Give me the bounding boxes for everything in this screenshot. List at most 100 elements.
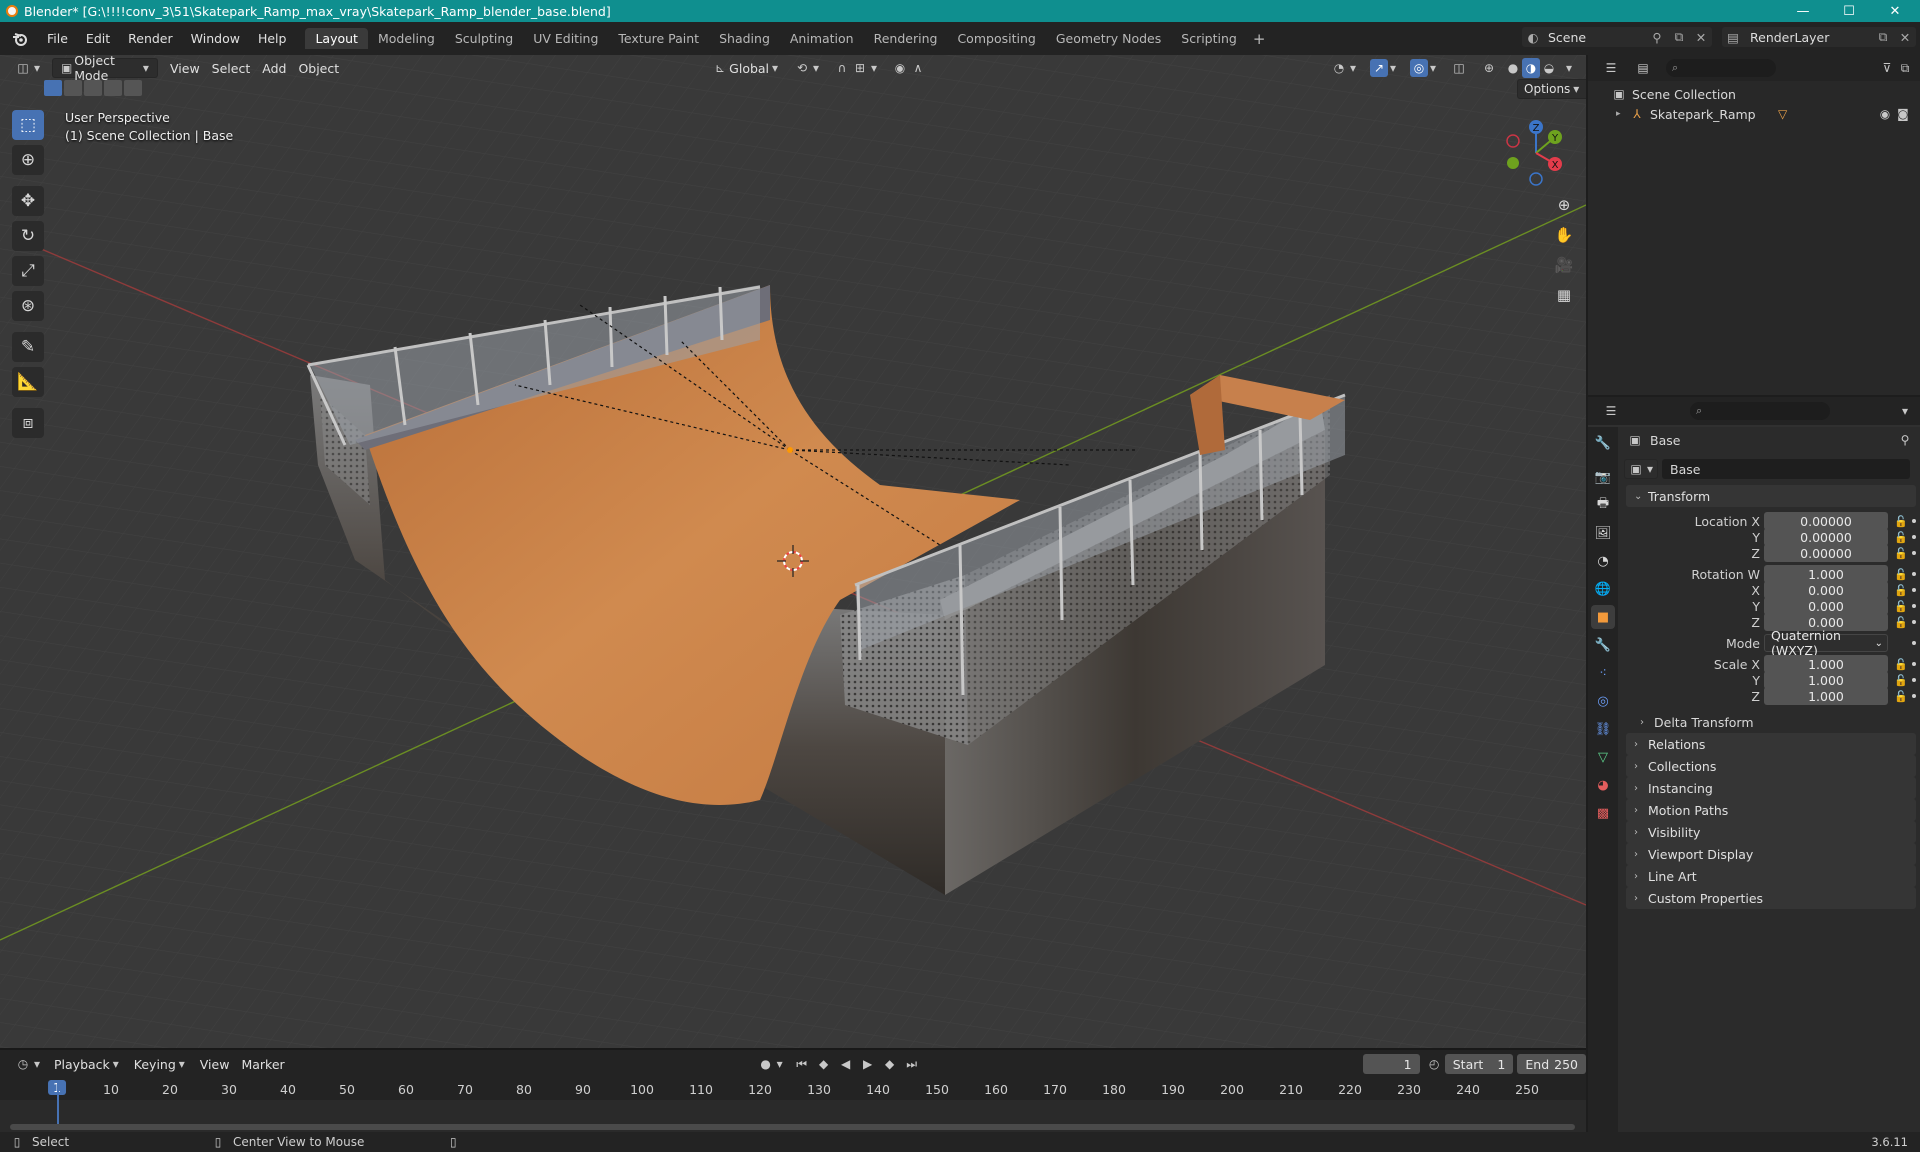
close-button[interactable]: ✕ — [1872, 0, 1918, 22]
constraints-tab-icon[interactable]: ⛓ — [1591, 717, 1615, 741]
menu-window[interactable]: Window — [182, 31, 249, 46]
datablock-browse-button[interactable]: ▣ ▾ — [1624, 459, 1658, 479]
chevron-down-icon[interactable]: ▾ — [1896, 402, 1914, 420]
transform-orientation-dropdown[interactable]: ⊾ Global ▾ — [705, 58, 787, 78]
tab-sculpting[interactable]: Sculpting — [445, 28, 523, 49]
menu-select[interactable]: Select — [206, 58, 257, 78]
menu-add[interactable]: Add — [256, 58, 292, 78]
lock-icon[interactable]: 🔓 — [1894, 515, 1908, 528]
zoom-icon[interactable]: ⊕ — [1550, 191, 1578, 219]
snap-button[interactable]: ∩ ⊞ ▾ — [827, 58, 885, 78]
object-mode-dropdown[interactable]: ▣ Object Mode ▾ — [52, 55, 158, 83]
tab-animation[interactable]: Animation — [780, 28, 864, 49]
pin-icon[interactable]: ⚲ — [1646, 27, 1668, 47]
end-frame-field[interactable]: End 250 — [1517, 1054, 1586, 1074]
tree-row-scene-collection[interactable]: ▣ Scene Collection — [1588, 84, 1920, 104]
visibility-eye-icon[interactable]: ◉ — [1876, 105, 1894, 123]
timeline-editor-type[interactable]: ◷ ▾ — [8, 1054, 48, 1074]
keyframe-dot[interactable] — [1912, 519, 1916, 523]
lock-icon[interactable]: 🔓 — [1894, 531, 1908, 544]
view-layer-tab-icon[interactable]: 🖼 — [1591, 521, 1615, 545]
editor-type-icon[interactable]: ◫ ▾ — [8, 58, 48, 78]
lock-icon[interactable]: 🔓 — [1894, 600, 1908, 613]
keyframe-dot[interactable] — [1912, 678, 1916, 682]
new-layer-icon[interactable]: ⧉ — [1872, 27, 1894, 47]
filter-icon[interactable]: ⊽ — [1878, 59, 1896, 77]
gizmo-toggle[interactable]: ↗ ▾ — [1364, 58, 1404, 78]
add-cube-tool[interactable]: ⧈ — [12, 408, 44, 438]
shading-solid[interactable]: ● — [1504, 58, 1522, 78]
material-tab-icon[interactable]: ◕ — [1591, 773, 1615, 797]
view-layer-selector[interactable]: ▤ RenderLayer ⧉ ✕ — [1722, 27, 1916, 47]
viewport-scene[interactable] — [0, 55, 1586, 1048]
viewport-display-panel-header[interactable]: › Viewport Display — [1626, 843, 1916, 865]
tab-uv-editing[interactable]: UV Editing — [523, 28, 608, 49]
add-workspace-button[interactable]: + — [1247, 30, 1272, 48]
keyframe-dot[interactable] — [1912, 551, 1916, 555]
transform-panel-header[interactable]: ⌄ Transform — [1626, 485, 1916, 507]
object-name-field[interactable]: Base — [1662, 459, 1910, 479]
select-invert-icon[interactable] — [104, 80, 122, 96]
options-dropdown[interactable]: Options ▾ — [1517, 79, 1586, 99]
texture-tab-icon[interactable]: ▩ — [1591, 801, 1615, 825]
xray-toggle[interactable]: ◫ — [1444, 58, 1474, 78]
jump-start-button[interactable]: ⏮ — [791, 1054, 813, 1074]
playhead-line[interactable] — [57, 1082, 59, 1128]
keyframe-dot[interactable] — [1912, 694, 1916, 698]
timeline-scrollbar[interactable] — [10, 1124, 1575, 1130]
scale-tool[interactable]: ⤢ — [12, 256, 44, 286]
object-tab-icon[interactable]: ■ — [1591, 605, 1615, 629]
play-button[interactable]: ▶ — [857, 1054, 879, 1074]
world-tab-icon[interactable]: 🌐 — [1591, 577, 1615, 601]
delete-scene-icon[interactable]: ✕ — [1690, 27, 1712, 47]
scale-z-field[interactable]: 1.000 — [1764, 687, 1888, 705]
tab-shading[interactable]: Shading — [709, 28, 780, 49]
transform-tool[interactable]: ⊛ — [12, 291, 44, 321]
shading-wireframe[interactable]: ⊕ — [1474, 58, 1504, 78]
ortho-grid-icon[interactable]: ▦ — [1550, 281, 1578, 309]
keyframe-dot[interactable] — [1912, 572, 1916, 576]
select-extend-icon[interactable] — [64, 80, 82, 96]
lock-icon[interactable]: 🔓 — [1894, 616, 1908, 629]
lock-icon[interactable]: 🔓 — [1894, 690, 1908, 703]
new-collection-icon[interactable]: ⧉ — [1896, 59, 1914, 77]
data-tab-icon[interactable]: ▽ — [1591, 745, 1615, 769]
prev-keyframe-button[interactable]: ◆ — [813, 1054, 835, 1074]
properties-editor-icon[interactable]: ☰ — [1602, 402, 1620, 420]
keyframe-dot[interactable] — [1912, 588, 1916, 592]
cursor-tool[interactable]: ⊕ — [12, 145, 44, 175]
outliner-editor-icon[interactable]: ☰ — [1602, 59, 1620, 77]
tool-tab-icon[interactable]: 🔧 — [1591, 431, 1615, 455]
menu-playback[interactable]: Playback ▾ — [48, 1054, 128, 1074]
menu-view-timeline[interactable]: View — [194, 1054, 236, 1074]
lock-icon[interactable]: 🔓 — [1894, 674, 1908, 687]
pivot-point-button[interactable]: ⟲ ▾ — [787, 58, 827, 78]
keyframe-dot[interactable] — [1912, 535, 1916, 539]
timeline-track-area[interactable] — [0, 1082, 1586, 1134]
scene-tab-icon[interactable]: ◔ — [1591, 549, 1615, 573]
tab-modeling[interactable]: Modeling — [368, 28, 445, 49]
lock-icon[interactable]: 🔓 — [1894, 584, 1908, 597]
maximize-button[interactable]: ☐ — [1826, 0, 1872, 22]
3d-viewport[interactable]: ◫ ▾ ▣ Object Mode ▾ View Select Add Objec… — [0, 55, 1586, 1048]
keyframe-dot[interactable] — [1912, 620, 1916, 624]
camera-view-icon[interactable]: 🎥 — [1550, 251, 1578, 279]
lock-icon[interactable]: 🔓 — [1894, 547, 1908, 560]
tab-geometry-nodes[interactable]: Geometry Nodes — [1046, 28, 1171, 49]
timeline-ruler[interactable]: 1 10 20 30 40 50 60 70 80 90 100 110 120… — [0, 1080, 1586, 1100]
custom-properties-panel-header[interactable]: › Custom Properties — [1626, 887, 1916, 909]
keyframe-dot[interactable] — [1912, 641, 1916, 645]
shading-options[interactable]: ▾ — [1558, 58, 1580, 78]
delete-layer-icon[interactable]: ✕ — [1894, 27, 1916, 47]
start-frame-field[interactable]: Start 1 — [1444, 1054, 1514, 1074]
menu-render[interactable]: Render — [119, 31, 182, 46]
instancing-panel-header[interactable]: › Instancing — [1626, 777, 1916, 799]
tab-scripting[interactable]: Scripting — [1171, 28, 1247, 49]
motion-paths-panel-header[interactable]: › Motion Paths — [1626, 799, 1916, 821]
annotate-tool[interactable]: ✎ — [12, 332, 44, 362]
tab-texture-paint[interactable]: Texture Paint — [608, 28, 709, 49]
render-camera-icon[interactable]: ◙ — [1894, 105, 1912, 123]
pin-icon[interactable]: ⚲ — [1896, 431, 1914, 449]
select-new-icon[interactable] — [44, 80, 62, 96]
keyframe-dot[interactable] — [1912, 662, 1916, 666]
